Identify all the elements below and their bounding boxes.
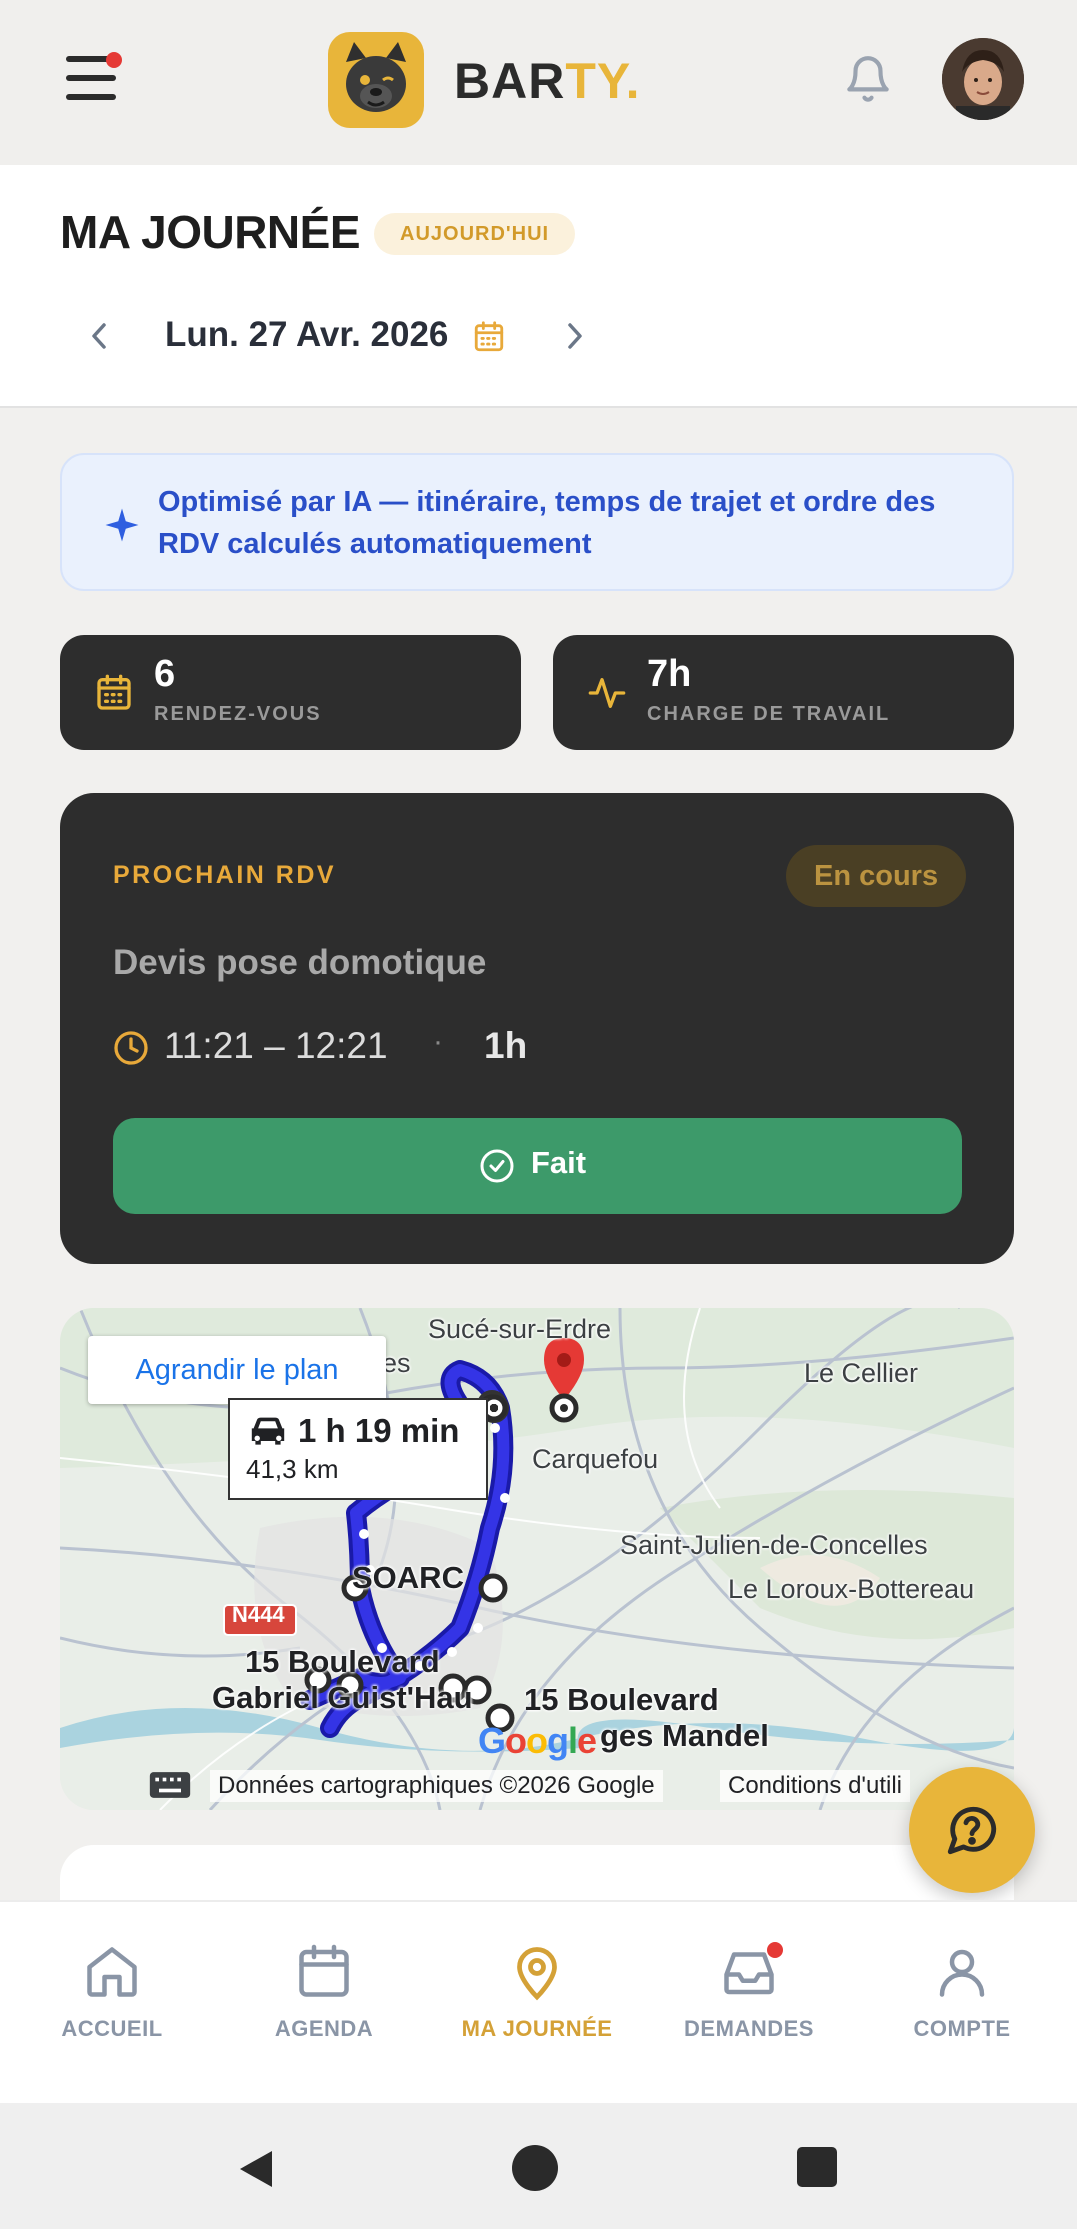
home-icon [87,1947,137,1997]
route-summary: 1 h 19 min 41,3 km [228,1398,488,1500]
map-attribution: Données cartographiques ©2026 Google [210,1770,663,1802]
bottom-navigation: ACCUEIL AGENDA MA JOURNÉE DEMANDES COMPT… [0,1900,1077,2103]
app-header: BARTY. [0,0,1077,165]
stat-label: CHARGE DE TRAVAIL [647,703,891,725]
check-circle-icon [479,1148,515,1184]
map-terms-link[interactable]: Conditions d'utili [720,1770,911,1802]
stat-label: RENDEZ-VOUS [154,703,322,725]
day-header: MA JOURNÉE AUJOURD'HUI Lun. 27 Avr. 2026 [0,165,1077,408]
map-place-label: Le Cellier [804,1358,919,1388]
chevron-left-icon[interactable] [86,319,112,353]
route-distance: 41,3 km [246,1454,339,1484]
activity-icon [587,673,627,713]
keyboard-icon[interactable] [148,1770,192,1800]
chevron-right-icon[interactable] [562,319,588,353]
done-button[interactable]: Fait [113,1118,962,1214]
appointment-duration: 1h [484,1025,528,1066]
map-place-label: es [382,1348,411,1378]
road-badge-label: N444 [232,1602,285,1627]
next-appointment-label: PROCHAIN RDV [113,861,337,889]
system-navigation-bar [0,2103,1077,2229]
sparkle-icon [104,507,140,543]
back-icon[interactable] [232,2145,280,2193]
appointment-time: 11:21 – 12:21 [164,1025,388,1066]
today-badge: AUJOURD'HUI [374,213,576,255]
map-place-label: Saint-Julien-de-Concelles [620,1530,928,1560]
map-place-label: Carquefou [532,1444,659,1474]
map-place-label: Sucé-sur-Erdre [428,1314,612,1344]
nav-label: COMPTE [913,2016,1011,2041]
nav-label: MA JOURNÉE [461,2016,613,2041]
appointment-title: Devis pose domotique [113,943,487,982]
nav-label: DEMANDES [684,2016,814,2041]
nav-item-agenda[interactable]: AGENDA [224,1942,424,2062]
notification-dot [767,1942,783,1958]
stat-value: 7h [647,653,692,695]
nav-label: ACCUEIL [61,2016,163,2041]
nav-item-demandes[interactable]: DEMANDES [649,1942,849,2062]
car-icon [246,1414,290,1450]
user-icon [939,1949,985,1997]
stat-card-appointments: 6 RENDEZ-VOUS [60,635,521,750]
current-date[interactable]: Lun. 27 Avr. 2026 [165,315,448,355]
recent-apps-icon[interactable] [797,2147,837,2187]
route-duration: 1 h 19 min [298,1412,460,1449]
brand-logo [328,32,424,128]
location-pin-icon [517,1947,557,2001]
map-place-label: Le Loroux-Bottereau [728,1574,975,1604]
separator-dot: · [433,1025,443,1058]
enlarge-map-button[interactable]: Agrandir le plan [88,1336,386,1404]
nav-item-accueil[interactable]: ACCUEIL [12,1942,212,2062]
google-logo: Google [478,1720,597,1761]
help-button[interactable] [909,1767,1035,1893]
calendar-icon [94,673,134,713]
bell-icon[interactable] [843,52,893,106]
hamburger-menu-icon[interactable] [66,52,122,102]
brand-name: BARTY. [454,53,641,109]
status-badge: En cours [786,845,967,907]
page-title: MA JOURNÉE [60,206,361,258]
home-circle-icon[interactable] [512,2145,558,2191]
nav-label: AGENDA [274,2016,374,2041]
stat-card-workload: 7h CHARGE DE TRAVAIL [553,635,1014,750]
map-stop-label: SOARC [352,1560,464,1595]
ai-banner-text: Optimisé par IA — itinéraire, temps de t… [158,486,936,560]
help-icon [947,1806,997,1855]
map-stop-label: 15 Boulevard Gabriel Guist'Hau [212,1644,473,1715]
notification-dot [106,52,122,68]
next-appointment-card[interactable]: PROCHAIN RDV En cours Devis pose domotiq… [60,793,1014,1264]
clock-icon [113,1030,149,1066]
user-avatar[interactable] [942,38,1024,120]
done-button-label: Fait [531,1145,587,1180]
calendar-icon[interactable] [472,320,506,354]
stat-value: 6 [154,653,176,695]
route-map[interactable]: Sucé-sur-Erdre Le Cellier es Carquefou S… [60,1308,1014,1810]
nav-item-compte[interactable]: COMPTE [862,1942,1062,2062]
nav-item-ma-journee[interactable]: MA JOURNÉE [437,1942,637,2062]
calendar-icon [299,1944,349,1997]
ai-optimization-banner: Optimisé par IA — itinéraire, temps de t… [60,453,1014,591]
map-marker-icon [544,1338,584,1423]
